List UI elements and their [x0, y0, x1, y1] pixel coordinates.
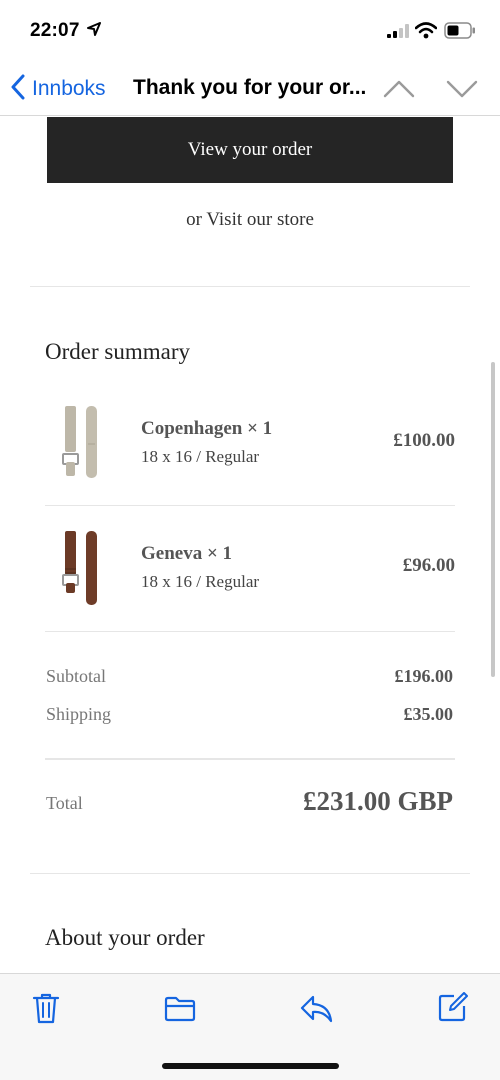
location-arrow-icon: [87, 22, 101, 41]
total-value: £231.00 GBP: [302, 786, 453, 816]
chevron-left-icon: [10, 74, 26, 105]
item-variant: 18 x 16 / Regular: [141, 572, 260, 591]
home-indicator[interactable]: [162, 1063, 339, 1069]
total-label: Total: [46, 793, 83, 813]
watch-strap-image-copenhagen: [55, 404, 105, 486]
subtotal-label: Subtotal: [46, 666, 107, 686]
totals-divider: [45, 758, 455, 760]
item-price: £96.00: [402, 555, 455, 576]
wifi-icon: [414, 22, 438, 44]
compose-icon[interactable]: [438, 992, 468, 1027]
order-item-geneva: Geneva × 1 18 x 16 / Regular £96.00: [45, 527, 455, 637]
item-price: £100.00: [393, 430, 455, 451]
section-divider: [30, 286, 470, 287]
back-label: Innboks: [32, 77, 106, 100]
visit-store-link[interactable]: Visit our store: [206, 209, 314, 230]
order-summary-title: Order summary: [45, 339, 190, 364]
trash-icon[interactable]: [32, 992, 60, 1029]
shipping-value: £35.00: [403, 704, 454, 724]
store-line: or Visit our store: [0, 209, 500, 231]
scrollbar[interactable]: [491, 362, 495, 677]
item-name: Geneva × 1: [141, 543, 233, 564]
reply-icon[interactable]: [300, 994, 334, 1029]
chevron-down-icon[interactable]: [446, 78, 478, 103]
order-item-copenhagen: Copenhagen × 1 18 x 16 / Regular £100.00: [45, 402, 455, 512]
email-subject-title: Thank you for your or...: [133, 76, 367, 99]
view-order-button[interactable]: View your order: [47, 117, 453, 183]
subtotal-value: £196.00: [394, 666, 454, 686]
item-variant: 18 x 16 / Regular: [141, 447, 260, 466]
item-name: Copenhagen × 1: [141, 418, 273, 439]
row-divider: [45, 505, 455, 506]
shipping-label: Shipping: [46, 704, 112, 724]
store-prefix: or: [186, 209, 202, 230]
row-divider: [45, 631, 455, 632]
status-bar: 22:07: [0, 0, 500, 62]
cellular-signal-icon: [387, 24, 409, 43]
folder-icon[interactable]: [164, 996, 196, 1027]
section-divider: [30, 873, 470, 874]
battery-icon: [444, 22, 476, 44]
about-order-title: About your order: [45, 925, 205, 950]
email-body[interactable]: View your order or Visit our store Order…: [0, 117, 500, 973]
watch-strap-image-geneva: [55, 529, 105, 611]
back-button[interactable]: Innboks: [10, 74, 106, 104]
status-time: 22:07: [30, 20, 80, 41]
nav-bar: Innboks Thank you for your or...: [0, 62, 500, 116]
chevron-up-icon[interactable]: [383, 78, 415, 103]
